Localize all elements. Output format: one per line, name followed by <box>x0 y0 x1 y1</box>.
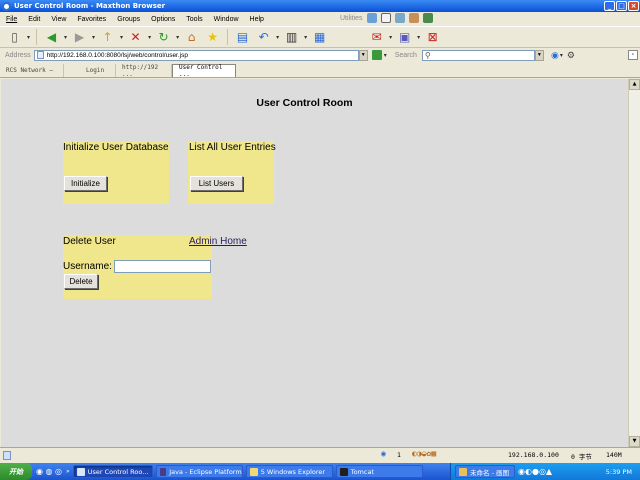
maxthon-icon <box>2 1 11 11</box>
delete-heading: Delete User <box>63 236 116 247</box>
scroll-down-icon[interactable]: ▼ <box>629 436 640 447</box>
task-tomcat[interactable]: Tomcat <box>335 465 423 478</box>
stop-icon[interactable]: ✕ <box>127 29 144 46</box>
address-bar: Address http://192.168.0.100:8080/lsj/we… <box>0 48 640 62</box>
plugin-icons: ◐◑◒✿▩ <box>412 449 437 458</box>
tab-user-control[interactable]: User Control ... <box>172 64 236 78</box>
tray-icons[interactable]: ◉◐●◎▲ <box>518 467 552 476</box>
task-eclipse[interactable]: Java - Eclipse Platform <box>155 465 243 478</box>
menu-bar: File Edit View Favorites Groups Options … <box>0 12 640 26</box>
search-icon: ⚲ <box>424 50 431 60</box>
status-count: 1 <box>397 451 401 459</box>
minimize-button[interactable]: _ <box>604 1 615 11</box>
restore-icon[interactable]: ▫ <box>628 50 638 60</box>
window-controls: _ □ × <box>604 1 639 11</box>
quicklaunch-icons[interactable]: ◉ ◍ ◎ <box>36 467 62 476</box>
close-button[interactable]: × <box>628 1 639 11</box>
username-input[interactable] <box>114 260 211 273</box>
system-tray: 未命名 - 画图 ◉◐●◎▲ 5:39 PM <box>450 463 640 480</box>
menu-options[interactable]: Options <box>151 16 175 23</box>
tab-rcs-network[interactable]: RCS Network — <box>0 64 64 77</box>
tab-login[interactable]: Login <box>64 64 116 77</box>
screen-icon[interactable]: ▣ <box>396 29 413 46</box>
utilities-label[interactable]: Utilities <box>340 15 363 22</box>
back-icon[interactable]: ◀ <box>43 29 60 46</box>
home-icon[interactable]: ⌂ <box>183 29 200 46</box>
list-users-button[interactable]: List Users <box>190 176 243 191</box>
start-button[interactable]: 开始 <box>0 463 32 480</box>
search-engine-icon[interactable]: ◉ <box>550 50 560 60</box>
window-icon[interactable] <box>380 13 391 23</box>
url-dropdown[interactable]: ▼ <box>358 49 368 61</box>
tool-icon[interactable] <box>422 13 433 23</box>
initialize-button[interactable]: Initialize <box>64 176 107 191</box>
new-page-icon[interactable]: ▯ <box>6 29 23 46</box>
url-text: http://192.168.0.100:8080/lsj/web/contro… <box>46 51 188 59</box>
menu-edit[interactable]: Edit <box>28 16 40 23</box>
task-paint[interactable]: 未命名 - 画图 <box>455 465 515 478</box>
toolbar: ▯ ▾ ◀ ▾ ▶ ▾ ↑ ▾ ✕ ▾ ↻ ▾ ⌂ ★ ▤ ↶ ▾ ▥ ▾ ▦ ✉ ▾ ▣ ▾ ⊠ <box>0 26 640 48</box>
delete-button[interactable]: Delete <box>64 274 98 289</box>
maximize-button[interactable]: □ <box>616 1 627 11</box>
username-label: Username: <box>63 261 112 272</box>
page-status-icon <box>3 451 11 460</box>
menu-groups[interactable]: Groups <box>117 16 140 23</box>
security-icon: ◉ <box>381 449 386 458</box>
proxy-icon[interactable] <box>366 13 377 23</box>
block-icon[interactable]: ⊠ <box>424 29 441 46</box>
status-memory: 140M <box>606 451 622 459</box>
task-explorer[interactable]: 5 Windows Explorer <box>245 465 333 478</box>
page-viewport: User Control Room Initialize User Databa… <box>1 79 628 447</box>
menu-tools[interactable]: Tools <box>186 16 202 23</box>
undo-icon[interactable]: ↶ <box>255 29 272 46</box>
options-icon[interactable]: ⚙ <box>566 50 576 60</box>
tab-bar: RCS Network — Login http://192 ... User … <box>0 63 640 78</box>
vertical-scrollbar[interactable]: ▲ ▼ <box>628 79 640 447</box>
menu-window[interactable]: Window <box>214 16 239 23</box>
favorites-icon[interactable]: ★ <box>204 29 221 46</box>
page-icon <box>36 51 44 59</box>
window-title: User Control Room - Maxthon Browser <box>14 2 166 10</box>
menu-file[interactable]: File <box>6 16 17 23</box>
refresh-icon[interactable]: ↻ <box>155 29 172 46</box>
scroll-up-icon[interactable]: ▲ <box>629 79 640 90</box>
task-user-control[interactable]: User Control Roo... <box>72 465 153 478</box>
chart-icon[interactable]: ▤ <box>234 29 251 46</box>
go-icon[interactable] <box>371 50 382 60</box>
title-bar: User Control Room - Maxthon Browser _ □ … <box>0 0 640 12</box>
menu-help[interactable]: Help <box>250 16 264 23</box>
status-ip: 192.168.0.100 <box>508 451 559 459</box>
forward-icon[interactable]: ▶ <box>71 29 88 46</box>
address-label: Address <box>5 51 31 59</box>
utilities-bar: Utilities <box>340 13 433 23</box>
monitor-icon[interactable] <box>394 13 405 23</box>
url-input[interactable]: http://192.168.0.100:8080/lsj/web/contro… <box>33 49 359 61</box>
page-title: User Control Room <box>256 97 353 109</box>
tab-http[interactable]: http://192 ... <box>116 64 172 78</box>
search-label: Search <box>394 51 417 59</box>
search-input[interactable]: ⚲ <box>421 49 535 61</box>
menu-favorites[interactable]: Favorites <box>77 16 106 23</box>
sidebar-icon[interactable]: ▦ <box>311 29 328 46</box>
list-heading: List All User Entries <box>189 142 276 153</box>
init-heading: Initialize User Database <box>63 142 169 153</box>
taskbar: 开始 ◉ ◍ ◎ » User Control Roo... Java - Ec… <box>0 463 640 480</box>
up-icon[interactable]: ↑ <box>99 29 116 46</box>
status-bytes: 0 字节 <box>571 453 592 461</box>
status-bar: ◉ 1 ◐◑◒✿▩ 192.168.0.100 0 字节 140M <box>0 447 640 463</box>
admin-home-link[interactable]: Admin Home <box>189 236 247 247</box>
search-dropdown[interactable]: ▼ <box>534 49 544 61</box>
columns-icon[interactable]: ▥ <box>283 29 300 46</box>
clock: 5:39 PM <box>605 467 632 476</box>
menu-view[interactable]: View <box>51 16 66 23</box>
cup-icon[interactable] <box>408 13 419 23</box>
mail-icon[interactable]: ✉ <box>368 29 385 46</box>
quicklaunch-expand-icon[interactable]: » <box>66 468 70 475</box>
